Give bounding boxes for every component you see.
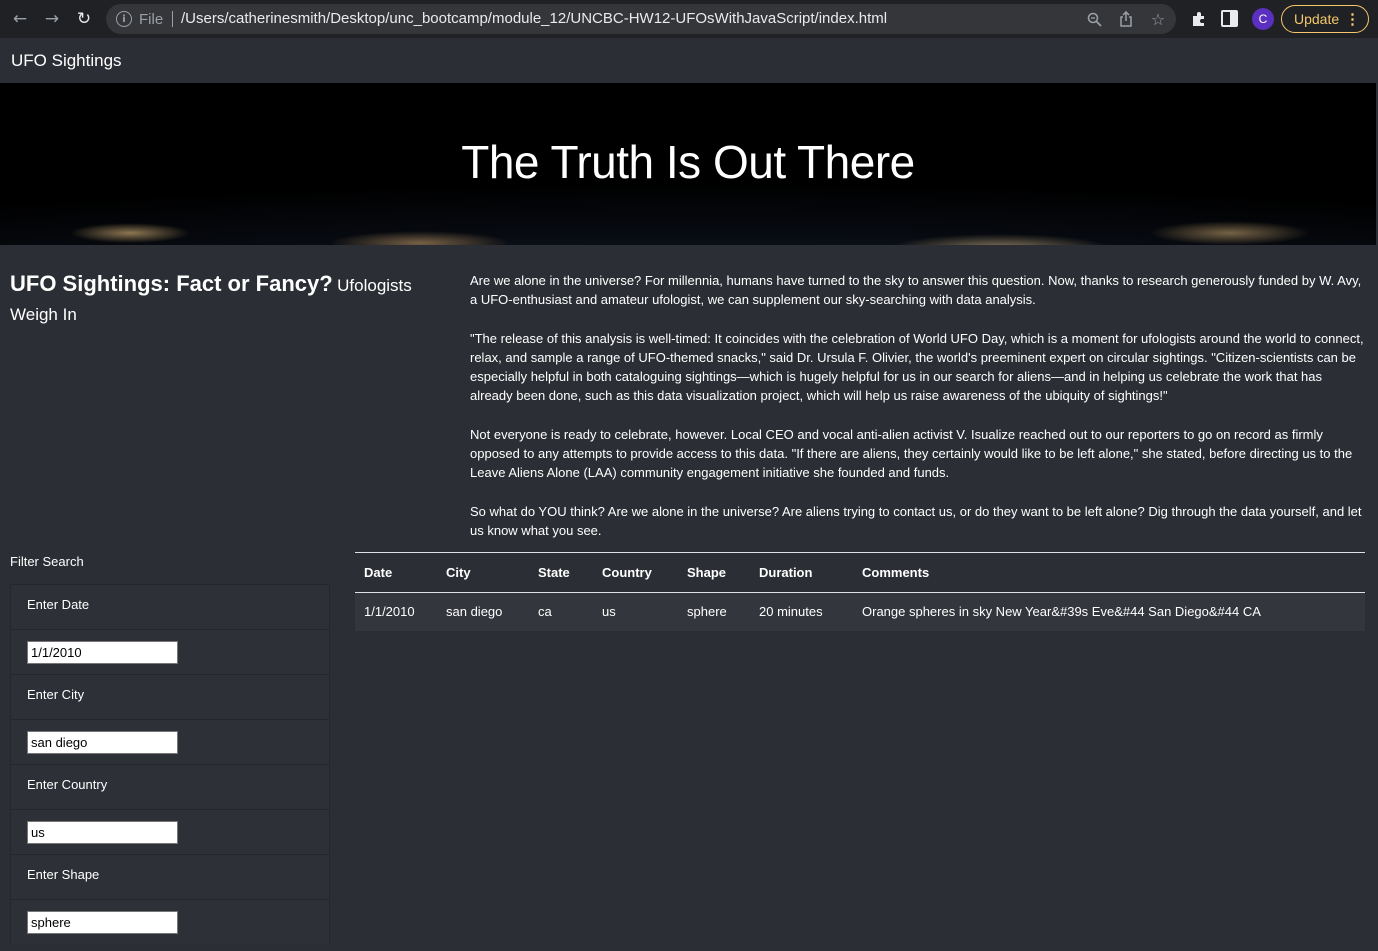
filter-input-row xyxy=(10,810,330,854)
cell-duration: 20 minutes xyxy=(750,592,853,631)
menu-kebab-icon: ⋮ xyxy=(1345,11,1360,28)
filter-search-title: Filter Search xyxy=(10,554,84,569)
address-bar[interactable]: i File /Users/catherinesmith/Desktop/unc… xyxy=(106,4,1176,34)
zoom-icon[interactable] xyxy=(1084,9,1104,29)
country-input[interactable] xyxy=(27,821,178,844)
navbar-brand[interactable]: UFO Sightings xyxy=(11,51,122,71)
article-paragraph: "The release of this analysis is well-ti… xyxy=(470,330,1364,404)
cell-country: us xyxy=(593,592,678,631)
ufo-table: Date City State Country Shape Duration C… xyxy=(355,552,1365,631)
city-input[interactable] xyxy=(27,731,178,754)
reload-icon[interactable]: ↻ xyxy=(73,8,95,30)
col-header-comments: Comments xyxy=(853,552,1365,593)
hero-banner: The Truth Is Out There xyxy=(0,83,1376,245)
profile-avatar[interactable]: C xyxy=(1252,8,1274,30)
filter-list: Enter Date Enter City Enter Country Ente… xyxy=(10,584,330,944)
col-header-city: City xyxy=(437,552,529,593)
date-input[interactable] xyxy=(27,641,178,664)
col-header-state: State xyxy=(529,552,593,593)
extensions-puzzle-icon[interactable] xyxy=(1188,8,1210,30)
col-header-country: Country xyxy=(593,552,678,593)
side-panel-icon[interactable] xyxy=(1221,10,1238,27)
filter-label-city: Enter City xyxy=(10,674,330,720)
info-icon[interactable]: i xyxy=(116,11,132,27)
filter-label-country: Enter Country xyxy=(10,764,330,810)
filter-input-row xyxy=(10,900,330,944)
cell-city: san diego xyxy=(437,592,529,631)
url-text[interactable]: /Users/catherinesmith/Desktop/unc_bootca… xyxy=(181,10,887,27)
forward-arrow-icon[interactable]: → xyxy=(41,8,63,30)
cell-shape: sphere xyxy=(678,592,750,631)
bookmark-star-icon[interactable]: ☆ xyxy=(1148,9,1168,29)
shape-input[interactable] xyxy=(27,911,178,934)
url-separator xyxy=(172,11,173,27)
article-paragraph: So what do YOU think? Are we alone in th… xyxy=(470,503,1362,538)
file-scheme-label: File xyxy=(139,11,164,28)
col-header-shape: Shape xyxy=(678,552,750,593)
col-header-duration: Duration xyxy=(750,552,853,593)
article-body: Are we alone in the universe? For millen… xyxy=(470,271,1366,559)
article-title: UFO Sightings: Fact or Fancy? xyxy=(10,271,333,296)
col-header-date: Date xyxy=(355,552,437,593)
hero-title: The Truth Is Out There xyxy=(461,136,915,188)
filter-label-shape: Enter Shape xyxy=(10,854,330,900)
filter-label-date: Enter Date xyxy=(10,584,330,630)
table-header-row: Date City State Country Shape Duration C… xyxy=(355,552,1365,593)
filter-input-row xyxy=(10,720,330,764)
share-icon[interactable] xyxy=(1116,9,1136,29)
update-label: Update xyxy=(1294,11,1340,27)
page-navbar: UFO Sightings xyxy=(0,38,1378,83)
article-paragraph: Not everyone is ready to celebrate, howe… xyxy=(470,426,1353,481)
back-arrow-icon[interactable]: ← xyxy=(9,8,31,30)
cell-state: ca xyxy=(529,592,593,631)
filter-input-row xyxy=(10,630,330,674)
browser-toolbar: ← → ↻ i File /Users/catherinesmith/Deskt… xyxy=(0,0,1378,38)
cell-comments: Orange spheres in sky New Year&#39s Eve&… xyxy=(853,592,1365,631)
table-row: 1/1/2010 san diego ca us sphere 20 minut… xyxy=(355,592,1365,631)
article-heading: UFO Sightings: Fact or Fancy? Ufologists… xyxy=(10,270,450,330)
update-button[interactable]: Update ⋮ xyxy=(1281,5,1369,33)
article-paragraph: Are we alone in the universe? For millen… xyxy=(470,273,1362,308)
cell-date: 1/1/2010 xyxy=(355,592,437,631)
